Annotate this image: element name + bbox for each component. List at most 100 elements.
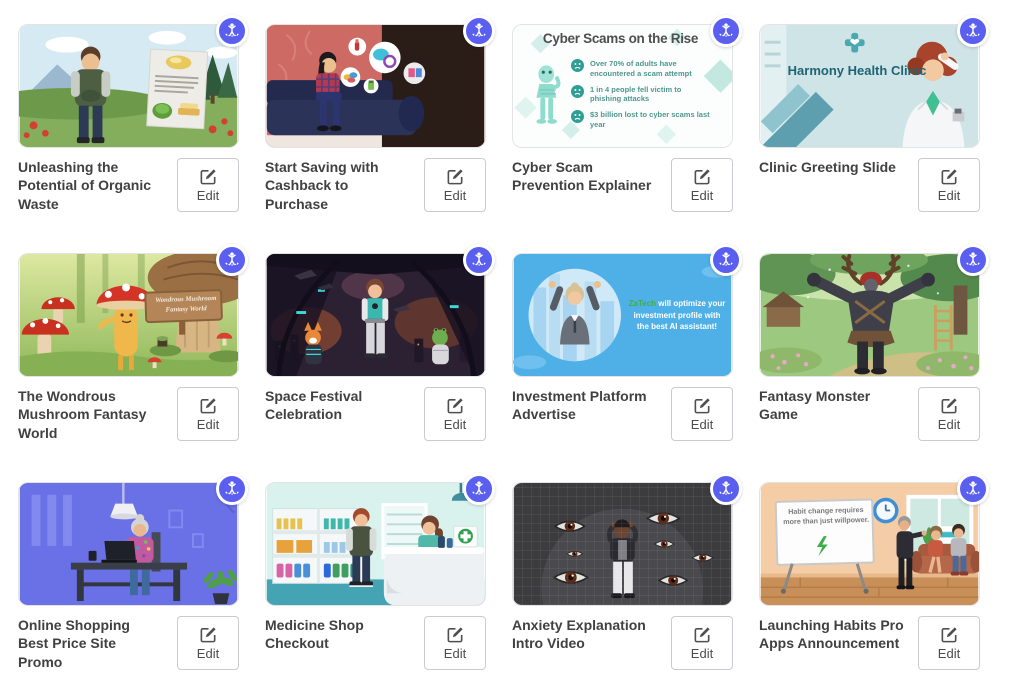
edit-button-label: Edit	[938, 188, 960, 203]
edit-pencil-icon	[693, 396, 712, 415]
space-festival-illustration	[266, 254, 485, 376]
edit-button-label: Edit	[691, 417, 713, 432]
edit-button-label: Edit	[444, 188, 466, 203]
habits-pro-illustration	[760, 483, 979, 605]
edit-button[interactable]: Edit	[424, 387, 486, 441]
character-rotate-icon	[469, 250, 489, 270]
character-rotate-icon	[716, 21, 736, 41]
character-rotate-badge[interactable]	[710, 244, 742, 276]
template-thumbnail[interactable]	[265, 24, 486, 148]
template-thumbnail[interactable]: Wondrous Mushroom Fantasy World	[18, 253, 239, 377]
edit-button[interactable]: Edit	[424, 616, 486, 670]
character-rotate-icon	[716, 479, 736, 499]
edit-pencil-icon	[199, 167, 218, 186]
edit-pencil-icon	[940, 625, 959, 644]
template-card: Fantasy Monster Game Edit	[759, 253, 980, 457]
edit-button-label: Edit	[197, 417, 219, 432]
template-thumbnail[interactable]: ZaTech will optimize your investment pro…	[512, 253, 733, 377]
cashback-illustration	[266, 25, 485, 147]
character-rotate-badge[interactable]	[216, 15, 248, 47]
edit-button[interactable]: Edit	[177, 158, 239, 212]
template-thumbnail[interactable]: Habit change requires more than just wil…	[759, 482, 980, 606]
template-card: Medicine Shop Checkout Edit	[265, 482, 486, 680]
stat-item: $3 billion lost to cyber scams last year	[571, 110, 710, 130]
template-card: Cyber Scams on the Rise Over 70% of adul…	[512, 24, 733, 228]
character-rotate-badge[interactable]	[957, 15, 989, 47]
stat-text: 1 in 4 people fell victim to phishing at…	[590, 85, 710, 105]
edit-button-label: Edit	[691, 646, 713, 661]
character-rotate-badge[interactable]	[463, 473, 495, 505]
template-title: Medicine Shop Checkout	[265, 616, 410, 653]
edit-button[interactable]: Edit	[177, 387, 239, 441]
fantasy-monster-illustration	[760, 254, 979, 376]
character-rotate-badge[interactable]	[463, 244, 495, 276]
sad-face-icon	[571, 85, 584, 98]
template-thumbnail[interactable]	[759, 253, 980, 377]
edit-button-label: Edit	[938, 646, 960, 661]
template-title: Cyber Scam Prevention Explainer	[512, 158, 657, 195]
template-card: Start Saving with Cashback to Purchase E…	[265, 24, 486, 228]
character-rotate-icon	[963, 21, 983, 41]
edit-button[interactable]: Edit	[671, 158, 733, 212]
sad-face-icon	[571, 110, 584, 123]
mushroom-fantasy-illustration	[19, 254, 238, 376]
template-thumbnail[interactable]	[265, 482, 486, 606]
clinic-illustration	[760, 25, 979, 147]
edit-pencil-icon	[446, 625, 465, 644]
template-title: Investment Platform Advertise	[512, 387, 657, 424]
character-rotate-badge[interactable]	[957, 244, 989, 276]
cyber-scam-stats: Over 70% of adults have encountered a sc…	[571, 59, 710, 130]
character-rotate-badge[interactable]	[710, 473, 742, 505]
character-rotate-icon	[963, 479, 983, 499]
edit-pencil-icon	[199, 625, 218, 644]
stat-item: Over 70% of adults have encountered a sc…	[571, 59, 710, 79]
edit-pencil-icon	[693, 167, 712, 186]
edit-button-label: Edit	[691, 188, 713, 203]
edit-button[interactable]: Edit	[918, 387, 980, 441]
template-title: Unleashing the Potential of Organic Wast…	[18, 158, 163, 213]
template-title: Space Festival Celebration	[265, 387, 410, 424]
character-rotate-icon	[963, 250, 983, 270]
template-title: Start Saving with Cashback to Purchase	[265, 158, 410, 213]
edit-button[interactable]: Edit	[918, 616, 980, 670]
template-title: Clinic Greeting Slide	[759, 158, 904, 176]
online-shopping-illustration	[19, 483, 238, 605]
edit-button[interactable]: Edit	[671, 387, 733, 441]
edit-button[interactable]: Edit	[424, 158, 486, 212]
edit-pencil-icon	[446, 167, 465, 186]
stat-item: 1 in 4 people fell victim to phishing at…	[571, 85, 710, 105]
investment-brand: ZaTech	[629, 299, 656, 308]
template-title: The Wondrous Mushroom Fantasy World	[18, 387, 163, 442]
character-rotate-badge[interactable]	[957, 473, 989, 505]
habits-board-text: Habit change requires more than just wil…	[781, 505, 871, 527]
organic-waste-illustration	[19, 25, 238, 147]
template-thumbnail[interactable]	[265, 253, 486, 377]
character-rotate-badge[interactable]	[463, 15, 495, 47]
edit-pencil-icon	[446, 396, 465, 415]
edit-button[interactable]: Edit	[177, 616, 239, 670]
edit-button-label: Edit	[197, 188, 219, 203]
template-thumbnail[interactable]	[512, 482, 733, 606]
template-thumbnail[interactable]: Cyber Scams on the Rise Over 70% of adul…	[512, 24, 733, 148]
template-thumbnail[interactable]: Harmony Health Clinic	[759, 24, 980, 148]
template-title: Online Shopping Best Price Site Promo	[18, 616, 163, 671]
edit-pencil-icon	[693, 625, 712, 644]
edit-button-label: Edit	[197, 646, 219, 661]
character-rotate-badge[interactable]	[216, 244, 248, 276]
template-card: Online Shopping Best Price Site Promo Ed…	[18, 482, 239, 680]
edit-button[interactable]: Edit	[671, 616, 733, 670]
template-card: Unleashing the Potential of Organic Wast…	[18, 24, 239, 228]
template-card: ZaTech will optimize your investment pro…	[512, 253, 733, 457]
edit-pencil-icon	[940, 396, 959, 415]
template-title: Anxiety Explanation Intro Video	[512, 616, 657, 653]
character-rotate-badge[interactable]	[710, 15, 742, 47]
template-card: Wondrous Mushroom Fantasy World The Wond…	[18, 253, 239, 457]
edit-button[interactable]: Edit	[918, 158, 980, 212]
character-rotate-icon	[469, 479, 489, 499]
character-rotate-icon	[222, 250, 242, 270]
edit-button-label: Edit	[938, 417, 960, 432]
sad-face-icon	[571, 59, 584, 72]
template-thumbnail[interactable]	[18, 24, 239, 148]
character-rotate-badge[interactable]	[216, 473, 248, 505]
template-thumbnail[interactable]	[18, 482, 239, 606]
